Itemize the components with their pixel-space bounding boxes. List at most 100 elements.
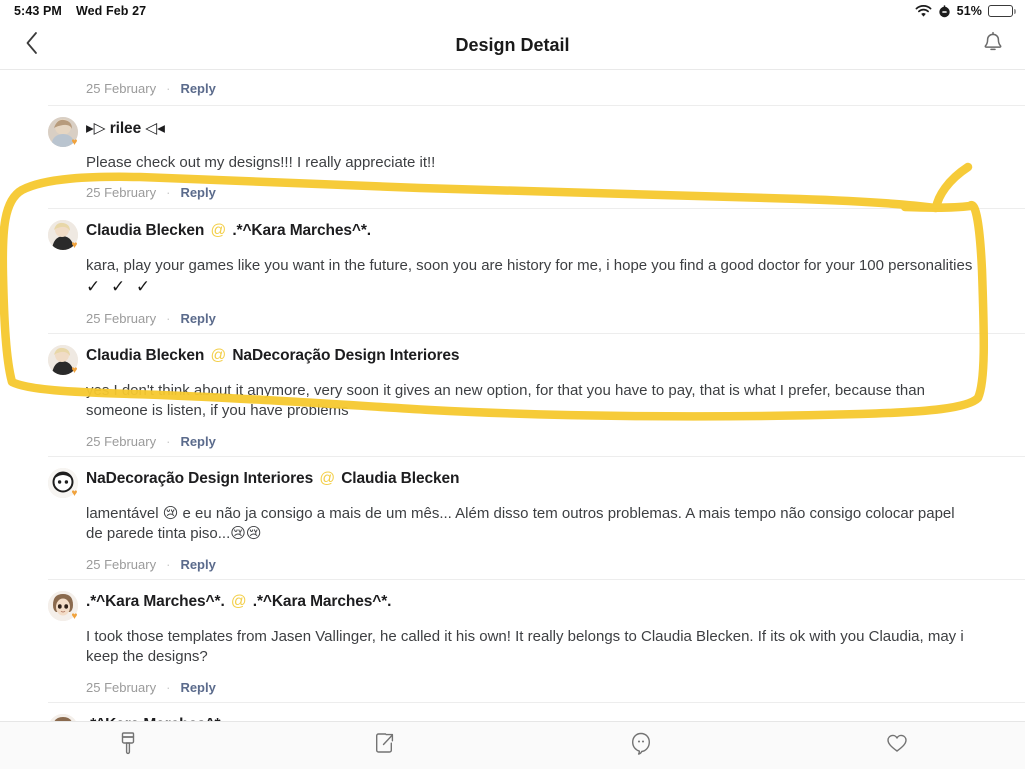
share-tab[interactable] — [256, 722, 512, 769]
comment-body: kara, play your games like you want in t… — [86, 256, 976, 299]
chevron-left-icon — [25, 31, 39, 60]
comment-target-user[interactable]: Claudia Blecken — [341, 470, 459, 487]
comment-header: ♥ NaDecoração Design Interiores @ Claudi… — [48, 467, 977, 500]
comment-date: 25 February — [86, 679, 157, 695]
comments-feed[interactable]: 25 February · Reply ♥ ▸▷ rilee ◁◂ Please… — [0, 71, 1025, 721]
comment-author-line: Claudia Blecken @ .*^Kara Marches^*. — [86, 219, 371, 240]
list-item[interactable]: ♥ .*^Kara Marches^*. Go check out my new… — [0, 703, 1025, 721]
do-not-disturb-icon — [938, 4, 951, 18]
avatar[interactable]: ♥ — [48, 591, 78, 623]
comment-author[interactable]: ▸▷ rilee ◁◂ — [86, 120, 165, 137]
avatar-image — [48, 714, 78, 721]
heart-badge-icon: ♥ — [71, 239, 78, 251]
comment-author[interactable]: .*^Kara Marches^*. — [86, 593, 225, 610]
meta-separator: · — [166, 556, 171, 572]
heart-icon — [885, 730, 909, 761]
comment-author-line: Claudia Blecken @ NaDecoração Design Int… — [86, 344, 460, 365]
comment-target-user[interactable]: NaDecoração Design Interiores — [232, 347, 459, 364]
reply-button[interactable]: Reply — [180, 185, 215, 200]
heart-badge-icon: ♥ — [71, 488, 78, 500]
navigation-bar: Design Detail — [0, 22, 1025, 70]
reply-button[interactable]: Reply — [180, 557, 215, 572]
comment-header: ♥ Claudia Blecken @ NaDecoração Design I… — [48, 344, 977, 377]
comment-target-user[interactable]: .*^Kara Marches^*. — [232, 222, 371, 239]
comment-date: 25 February — [86, 433, 157, 449]
comment-target-user[interactable]: .*^Kara Marches^*. — [253, 593, 392, 610]
paintbrush-icon — [117, 730, 139, 761]
status-bar-right: 51% — [915, 4, 1016, 18]
back-button[interactable] — [0, 31, 64, 60]
comment-header: ♥ .*^Kara Marches^*. — [48, 713, 977, 721]
comment-header: ♥ ▸▷ rilee ◁◂ — [48, 116, 977, 148]
reply-button[interactable]: Reply — [180, 81, 215, 96]
meta-separator: · — [166, 679, 171, 695]
at-symbol-icon: @ — [319, 470, 335, 488]
comment-meta: 25 February · Reply — [86, 307, 977, 329]
comment-body: yes I don't think about it anymore, very… — [86, 382, 925, 420]
share-square-icon — [372, 730, 396, 761]
speech-bubble-icon — [629, 730, 653, 761]
heart-badge-icon: ♥ — [71, 611, 78, 623]
battery-icon — [988, 5, 1016, 17]
at-symbol-icon: @ — [210, 347, 227, 365]
comment-author[interactable]: Claudia Blecken — [86, 222, 204, 239]
comment-body: lamentável 😢 e eu não ja consigo a mais … — [86, 505, 955, 543]
comment-header: ♥ Claudia Blecken @ .*^Kara Marches^*. — [48, 219, 977, 251]
comment-meta: 25 February · Reply — [86, 553, 977, 575]
status-bar: 5:43 PM Wed Feb 27 51% — [0, 0, 1025, 22]
list-item[interactable]: ♥ ▸▷ rilee ◁◂ Please check out my design… — [0, 106, 1025, 204]
meta-separator: · — [166, 433, 171, 449]
comment-author-line: ▸▷ rilee ◁◂ — [86, 116, 165, 138]
comment-header: ♥ .*^Kara Marches^*. @ .*^Kara Marches^*… — [48, 590, 977, 623]
comment-author-line: .*^Kara Marches^*. — [86, 713, 225, 721]
meta-separator: · — [166, 80, 171, 96]
list-item[interactable]: ♥ Claudia Blecken @ .*^Kara Marches^*. k… — [0, 209, 1025, 330]
comment-meta: 25 February · Reply — [86, 182, 977, 204]
status-time: 5:43 PM — [14, 4, 62, 18]
at-symbol-icon: @ — [230, 593, 247, 611]
meta-separator: · — [166, 310, 171, 326]
comment-author[interactable]: Claudia Blecken — [86, 347, 204, 364]
comment-body: I took those templates from Jasen Vallin… — [86, 628, 964, 666]
reply-button[interactable]: Reply — [180, 311, 215, 326]
messages-tab[interactable] — [513, 722, 769, 769]
comment-body: Please check out my designs!!! I really … — [86, 154, 436, 171]
heart-badge-icon: ♥ — [71, 365, 78, 377]
comment-author-line: NaDecoração Design Interiores @ Claudia … — [86, 467, 460, 488]
page-title: Design Detail — [455, 35, 570, 55]
comment-body-text: kara, play your games like you want in t… — [86, 256, 973, 274]
comment-date: 25 February — [86, 556, 157, 572]
comment-date: 25 February — [86, 310, 157, 326]
comment-meta: 25 February · Reply — [86, 430, 977, 452]
heart-badge-icon: ♥ — [71, 137, 78, 148]
comment-meta: 25 February · Reply — [86, 676, 977, 698]
battery-percent: 51% — [956, 4, 982, 18]
list-item[interactable]: ♥ .*^Kara Marches^*. @ .*^Kara Marches^*… — [0, 580, 1025, 698]
comment-date: 25 February — [86, 80, 157, 96]
checkmarks: ✓ ✓ ✓ — [86, 276, 154, 296]
list-item[interactable]: ♥ Claudia Blecken @ NaDecoração Design I… — [0, 334, 1025, 452]
at-symbol-icon: @ — [210, 221, 227, 239]
avatar[interactable]: ♥ — [48, 219, 78, 251]
meta-separator: · — [166, 185, 171, 201]
partial-comment-meta: 25 February · Reply — [0, 71, 1025, 101]
status-bar-left: 5:43 PM Wed Feb 27 — [14, 4, 146, 18]
reply-button[interactable]: Reply — [180, 680, 215, 695]
notifications-button[interactable] — [961, 31, 1025, 60]
list-item[interactable]: ♥ NaDecoração Design Interiores @ Claudi… — [0, 457, 1025, 575]
comment-author-line: .*^Kara Marches^*. @ .*^Kara Marches^*. — [86, 590, 391, 611]
paintbrush-tab[interactable] — [0, 722, 256, 769]
comment-date: 25 February — [86, 185, 157, 201]
avatar[interactable]: ♥ — [48, 714, 78, 721]
bottom-tab-bar — [0, 721, 1025, 769]
avatar[interactable]: ♥ — [48, 117, 78, 148]
reply-button[interactable]: Reply — [180, 434, 215, 449]
app-root: 5:43 PM Wed Feb 27 51% Design Detail 25 … — [0, 0, 1025, 769]
comment-author[interactable]: NaDecoração Design Interiores — [86, 470, 313, 487]
likes-tab[interactable] — [769, 722, 1025, 769]
status-date: Wed Feb 27 — [75, 4, 147, 18]
avatar[interactable]: ♥ — [48, 468, 78, 500]
bell-icon — [982, 31, 1004, 60]
avatar[interactable]: ♥ — [48, 345, 78, 377]
wifi-icon — [915, 4, 932, 18]
